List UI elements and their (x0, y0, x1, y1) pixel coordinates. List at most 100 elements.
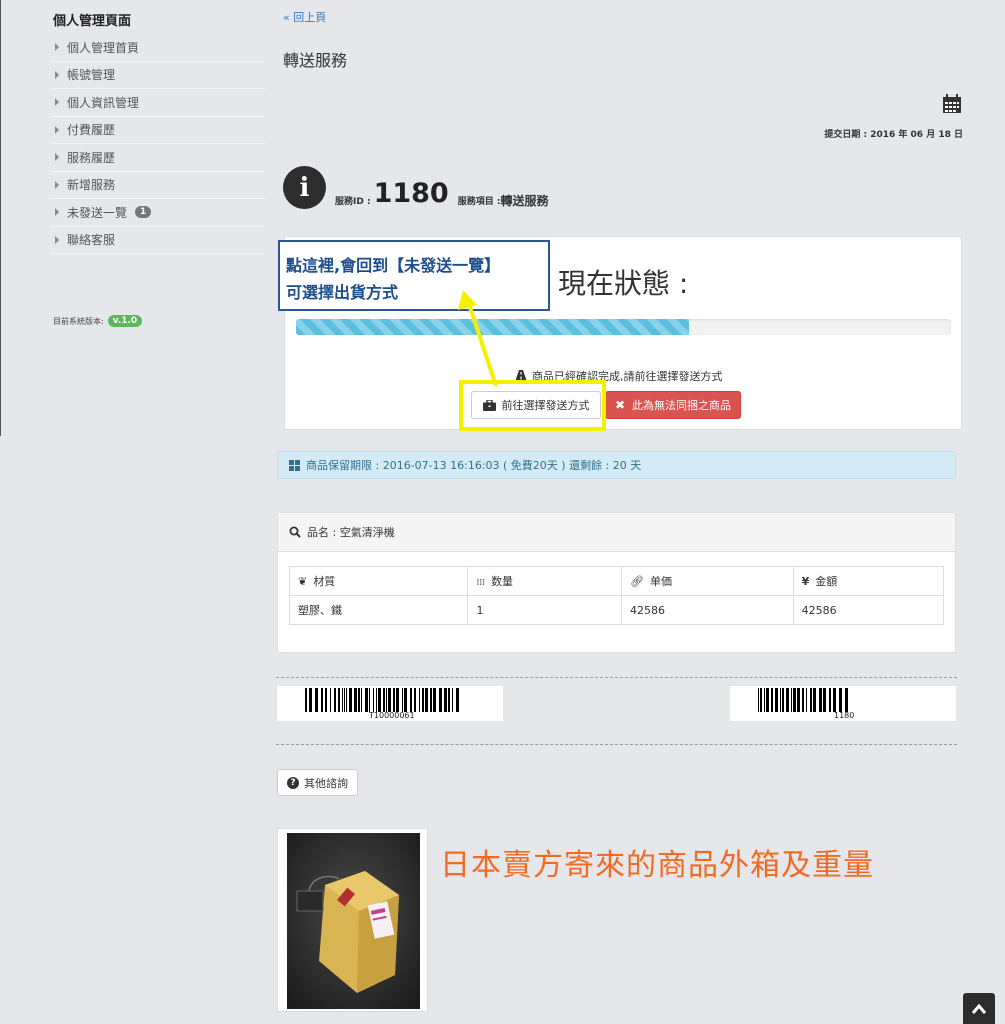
sidebar-item-contact[interactable]: 聯絡客服 (51, 227, 265, 254)
barcode-bar (845, 688, 848, 712)
service-id-label: 服務ID : (335, 197, 371, 207)
status-progress-bar (296, 319, 951, 335)
caret-right-icon (55, 153, 59, 162)
barcode-bar (775, 688, 778, 712)
barcode-bar (452, 688, 453, 712)
service-info: i 服務ID : 1180 服務項目 : 轉送服務 (283, 166, 548, 209)
barcode-bar (330, 688, 331, 712)
sidebar-item-payments[interactable]: 付費履歷 (51, 117, 265, 144)
cannot-pack-button[interactable]: ✖ 此為無法同捆之商品 (605, 391, 741, 419)
barcode-bar (802, 688, 804, 712)
barcode-bar (373, 688, 374, 712)
chevron-up-icon (972, 1003, 986, 1014)
barcode-bar (782, 688, 784, 712)
choose-shipping-label: 前往選擇發送方式 (501, 399, 590, 412)
table-cell: 42586 (620, 595, 794, 625)
barcode-bar (760, 688, 762, 712)
barcode-bar (786, 688, 789, 712)
barcode-bar (422, 688, 424, 712)
sidebar-item-home[interactable]: 個人管理首頁 (51, 34, 265, 62)
barcode-bar (410, 688, 412, 712)
column-header-label: 金額 (815, 575, 838, 588)
barcode-bars (305, 688, 459, 712)
barcode-bar (334, 688, 336, 712)
service-item-label: 服務項目 : (457, 197, 501, 207)
sidebar-item-unsent[interactable]: 未發送一覽 1 (51, 199, 265, 227)
leaf-icon: ❦ (298, 575, 308, 588)
question-circle-icon: ? (287, 776, 299, 789)
column-header: ❦ 材質 (288, 566, 469, 596)
table-row: 塑膠、鐵 1 42586 42586 (288, 595, 945, 625)
sidebar-item-label: 聯絡客服 (67, 233, 116, 248)
annotation-arrow (458, 290, 498, 387)
caret-right-icon (55, 180, 59, 189)
sidebar-item-service-history[interactable]: 服務履歷 (51, 144, 265, 172)
barcode-bar (354, 688, 357, 712)
barcode-bar (810, 688, 812, 712)
column-header-label: 单価 (649, 575, 672, 588)
barcode-bar (819, 688, 822, 712)
barcode-bar (365, 688, 368, 712)
barcode-bar (358, 688, 360, 712)
barcode-bar (376, 688, 377, 712)
barcode-bar (349, 688, 352, 712)
sidebar-item-new-service[interactable]: 新增服務 (51, 172, 265, 199)
caret-right-icon (55, 125, 59, 134)
storage-alert: 商品保留期限 : 2016-07-13 16:16:03 ( 免費20天 ) 還… (277, 451, 956, 479)
barcode-bar (771, 688, 773, 712)
column-header: ¥ 金額 (792, 566, 945, 596)
barcode-bar (823, 688, 826, 712)
back-to-top-button[interactable] (963, 993, 995, 1024)
barcode-bar (342, 688, 343, 712)
caret-right-icon (55, 235, 59, 244)
product-header: 品名 : 空氣清淨機 (278, 513, 955, 552)
barcode-bar (414, 688, 416, 712)
barcode-bar (388, 688, 391, 712)
barcode-bar (404, 688, 407, 712)
column-header-label: 数量 (491, 575, 514, 588)
barcode-bar (321, 688, 323, 712)
barcode-bar (393, 688, 395, 712)
caret-right-icon (55, 208, 59, 217)
sidebar-title: 個人管理頁面 (53, 14, 132, 29)
barcode-bar (430, 688, 432, 712)
column-header: 🔗︎ 单価 (620, 566, 794, 596)
caret-right-icon (55, 98, 59, 107)
unsent-count-badge: 1 (135, 206, 152, 219)
divider (276, 677, 957, 678)
sidebar-item-label: 個人資訊管理 (67, 95, 140, 110)
barcode-bar (344, 688, 345, 712)
other-inquiry-label: 其他諮詢 (304, 776, 348, 790)
barcode-bar (433, 688, 436, 712)
status-message: 商品已經確認完成,請前往選擇發送方式 (515, 368, 723, 384)
barcode-bar (758, 688, 759, 712)
product-table: ❦ 材質 ⁞⁞⁞ 数量 🔗︎ 单価 ¥ 金額 塑膠、鐵 1 42586 42586 (288, 566, 945, 625)
sidebar-item-profile[interactable]: 個人資訊管理 (51, 89, 265, 117)
barcode-bars (758, 688, 848, 712)
back-link[interactable]: « 回上頁 (283, 9, 326, 25)
choose-shipping-button[interactable]: 前往選擇發送方式 (471, 391, 601, 419)
callout-line-1: 點這裡,會回到【未發送一覽】 (286, 256, 501, 275)
other-inquiry-button[interactable]: ? 其他諮詢 (277, 769, 358, 796)
briefcase-icon (482, 399, 496, 411)
storage-text: 商品保留期限 : 2016-07-13 16:16:03 ( 免費20天 ) 還… (306, 459, 642, 472)
road-icon (515, 370, 527, 382)
close-icon: ✖ (614, 398, 626, 412)
sidebar-item-account[interactable]: 帳號管理 (51, 62, 265, 89)
sidebar-item-label: 未發送一覽 (67, 205, 128, 220)
barcode-bar (383, 688, 385, 712)
barcode-bar (425, 688, 428, 712)
caret-right-icon (55, 43, 59, 52)
yen-icon: ¥ (801, 575, 810, 588)
barcode-bar (338, 688, 340, 712)
caret-right-icon (55, 70, 59, 79)
package-photo[interactable] (277, 828, 428, 1012)
status-title: 現在狀態 : (558, 267, 689, 300)
link-icon: 🔗︎ (629, 575, 644, 588)
barcode-bar (448, 688, 450, 712)
barcode-bar (369, 688, 370, 712)
column-header: ⁞⁞⁞ 数量 (467, 566, 622, 596)
barcode-bar (793, 688, 796, 712)
submit-date: 提交日期 : 2016 年 06 月 18 日 (824, 130, 963, 140)
barcode-bar (402, 688, 403, 712)
